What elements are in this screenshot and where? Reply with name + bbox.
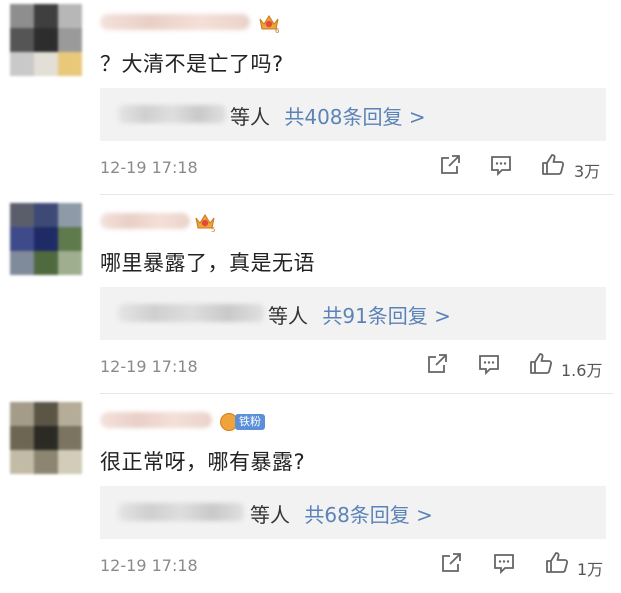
comment-time: 12-19 17:18 xyxy=(100,158,198,177)
share-icon xyxy=(442,553,461,572)
like-button[interactable] xyxy=(544,550,570,576)
comment-button[interactable] xyxy=(491,550,517,576)
like-button[interactable] xyxy=(528,351,554,377)
fan-badge-label: 铁粉 xyxy=(235,414,265,430)
share-button[interactable] xyxy=(424,351,450,377)
comment-icon xyxy=(479,355,499,376)
svg-text:5: 5 xyxy=(211,226,215,233)
vip-badge: 6 xyxy=(258,12,280,38)
comment-icon xyxy=(491,156,511,177)
reply-count-link[interactable]: 共68条回复 > xyxy=(304,503,433,527)
comment-text: 哪里暴露了，真是无语 xyxy=(100,251,315,275)
like-icon xyxy=(530,353,553,374)
avatar[interactable] xyxy=(10,402,82,474)
avatar[interactable] xyxy=(10,4,82,76)
comment-text: ？大清不是亡了吗? xyxy=(100,52,284,76)
reply-count-link[interactable]: 共408条回复 > xyxy=(284,105,425,129)
comment-button[interactable] xyxy=(476,351,502,377)
like-icon xyxy=(542,154,565,175)
share-icon xyxy=(441,155,460,174)
username-blurred[interactable] xyxy=(100,412,212,428)
like-count: 3万 xyxy=(574,162,601,181)
share-button[interactable] xyxy=(437,152,463,178)
comment-time: 12-19 17:18 xyxy=(100,357,198,376)
username-blurred[interactable] xyxy=(100,14,250,30)
replier-names-blurred xyxy=(118,503,244,521)
username-blurred[interactable] xyxy=(100,213,190,229)
like-icon xyxy=(546,552,569,573)
reply-summary[interactable]: 等人 共408条回复 > xyxy=(100,88,606,141)
like-button[interactable] xyxy=(540,152,566,178)
comment-button[interactable] xyxy=(488,152,514,178)
share-icon xyxy=(428,354,447,373)
crown-icon: 6 xyxy=(259,15,280,35)
comment-icon xyxy=(494,554,514,575)
like-count: 1.6万 xyxy=(561,361,603,380)
reply-others: 等人 xyxy=(230,105,270,129)
comment-text: 很正常呀，哪有暴露? xyxy=(100,450,306,474)
reply-count-link[interactable]: 共91条回复 > xyxy=(322,304,451,328)
divider xyxy=(100,194,613,195)
avatar[interactable] xyxy=(10,203,82,275)
replier-names-blurred xyxy=(118,105,226,123)
crown-icon: 5 xyxy=(195,214,215,234)
reply-others: 等人 xyxy=(268,304,308,328)
reply-summary[interactable]: 等人 共91条回复 > xyxy=(100,287,606,340)
divider xyxy=(100,393,613,394)
like-count: 1万 xyxy=(577,560,604,579)
svg-text:6: 6 xyxy=(275,27,280,34)
comment-time: 12-19 17:18 xyxy=(100,556,198,575)
reply-summary[interactable]: 等人 共68条回复 > xyxy=(100,486,606,539)
fan-badge: 铁粉 xyxy=(220,413,265,431)
comment-item: 5 哪里暴露了，真是无语 等人 共91条回复 > 12-19 17:18 1.6… xyxy=(0,199,621,394)
share-button[interactable] xyxy=(438,550,464,576)
comment-item: 铁粉 很正常呀，哪有暴露? 等人 共68条回复 > 12-19 17:18 1万 xyxy=(0,398,621,593)
reply-others: 等人 xyxy=(250,503,290,527)
comment-item: 6 ？大清不是亡了吗? 等人 共408条回复 > 12-19 17:18 3万 xyxy=(0,0,621,195)
vip-badge: 5 xyxy=(194,211,216,237)
replier-names-blurred xyxy=(118,304,264,322)
